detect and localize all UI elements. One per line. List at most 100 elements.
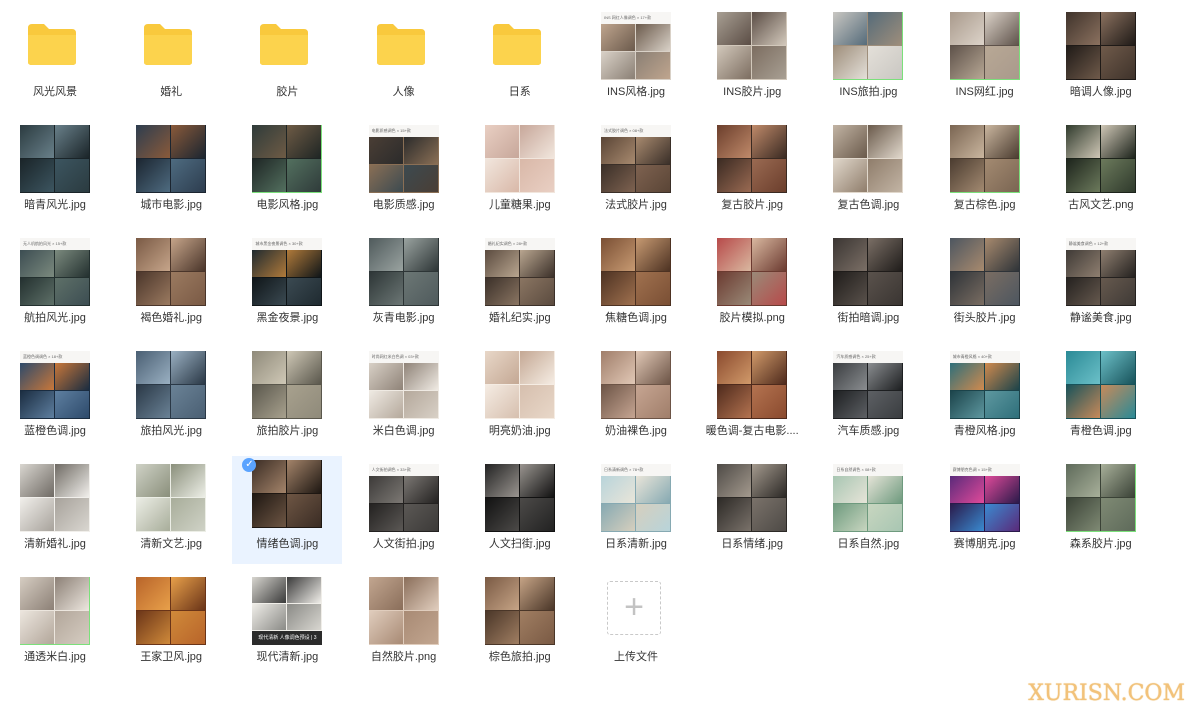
image-file-item[interactable]: 旅拍胶片.jpg bbox=[232, 347, 342, 455]
image-file-item[interactable]: 奶油裸色.jpg bbox=[581, 347, 691, 455]
thumbnail-cell bbox=[636, 272, 670, 305]
image-file-item[interactable]: 婚礼纪实调色 × 28+款 婚礼纪实.jpg bbox=[465, 234, 575, 342]
file-name-label: 胶片模拟.png bbox=[719, 312, 785, 324]
image-file-item[interactable]: 自然胶片.png bbox=[349, 573, 459, 681]
folder-item[interactable]: 婚礼 bbox=[116, 8, 226, 116]
thumbnail-cell bbox=[136, 238, 171, 271]
image-file-item[interactable]: 明亮奶油.jpg bbox=[465, 347, 575, 455]
image-file-item[interactable]: 森系胶片.jpg bbox=[1046, 460, 1156, 568]
image-file-item[interactable]: 法式胶片调色 × 08+款 法式胶片.jpg bbox=[581, 121, 691, 229]
image-file-item[interactable]: 赛博朋克色调 × 15+款 赛博朋克.jpg bbox=[930, 460, 1040, 568]
image-file-item[interactable]: 电影风格.jpg bbox=[232, 121, 342, 229]
image-file-item[interactable]: 暗青风光.jpg bbox=[0, 121, 110, 229]
image-file-item[interactable]: 暖色调-复古电影.... bbox=[697, 347, 807, 455]
thumbnail-cell bbox=[717, 464, 752, 497]
image-file-item[interactable]: 无人机航拍风光 × 15+款 航拍风光.jpg bbox=[0, 234, 110, 342]
thumbnail-cell bbox=[601, 52, 635, 79]
file-name-label: 褐色婚礼.jpg bbox=[140, 312, 203, 324]
image-file-item[interactable]: INS 网红人像调色 × 17+款 INS风格.jpg bbox=[581, 8, 691, 116]
folder-item[interactable]: 风光风景 bbox=[0, 8, 110, 116]
image-file-item[interactable]: 电影质感调色 × 15+款 电影质感.jpg bbox=[349, 121, 459, 229]
image-file-item[interactable]: 蓝橙色调调色 × 18+款 蓝橙色调.jpg bbox=[0, 347, 110, 455]
thumbnail-header: 法式胶片调色 × 08+款 bbox=[601, 125, 671, 137]
image-file-item[interactable]: 王家卫风.jpg bbox=[116, 573, 226, 681]
image-file-item[interactable]: 灰青电影.jpg bbox=[349, 234, 459, 342]
image-file-item[interactable]: 复古棕色.jpg bbox=[930, 121, 1040, 229]
folder-item[interactable]: 人像 bbox=[349, 8, 459, 116]
folder-icon bbox=[491, 22, 543, 66]
thumbnail-cell bbox=[1100, 351, 1135, 384]
image-file-item[interactable]: 复古胶片.jpg bbox=[697, 121, 807, 229]
thumbnail-cell bbox=[752, 12, 787, 45]
image-file-item[interactable]: 日系自然调色 × 08+款 日系自然.jpg bbox=[813, 460, 923, 568]
folder-item[interactable]: 日系 bbox=[465, 8, 575, 116]
image-file-item[interactable]: 通透米白.jpg bbox=[0, 573, 110, 681]
thumbnail-cell bbox=[484, 577, 519, 610]
image-file-item[interactable]: 清新婚礼.jpg bbox=[0, 460, 110, 568]
thumbnail-cell bbox=[717, 46, 752, 79]
image-file-item[interactable]: 古风文艺.png bbox=[1046, 121, 1156, 229]
thumbnail-cell bbox=[601, 504, 635, 531]
thumbnail-cell bbox=[287, 250, 322, 277]
image-file-item[interactable]: 城市青橙风格 × 40+款 青橙风格.jpg bbox=[930, 347, 1040, 455]
file-name-label: 赛博朋克.jpg bbox=[953, 538, 1016, 550]
file-name-label: 汽车质感.jpg bbox=[837, 425, 900, 437]
file-name-label: 奶油裸色.jpg bbox=[605, 425, 667, 437]
image-file-item[interactable]: 胶片模拟.png bbox=[697, 234, 807, 342]
image-file-item[interactable]: 儿童糖果.jpg bbox=[465, 121, 575, 229]
image-file-item[interactable]: 现代清新 人像调色预设 | 3 现代清新.jpg bbox=[232, 573, 342, 681]
thumbnail-cell bbox=[55, 464, 89, 497]
file-name-label: 静谧美食.jpg bbox=[1069, 312, 1132, 324]
thumbnail-cell bbox=[171, 498, 206, 531]
file-name-label: 黑金夜景.jpg bbox=[256, 312, 319, 324]
thumbnail-image bbox=[484, 125, 555, 193]
image-file-item[interactable]: 褐色婚礼.jpg bbox=[116, 234, 226, 342]
file-name-label: 上传文件 bbox=[614, 651, 658, 663]
image-file-item[interactable]: 时尚网红米白色调 × 03+款 米白色调.jpg bbox=[349, 347, 459, 455]
image-file-item[interactable]: 静谧美食调色 × 12+款 静谧美食.jpg bbox=[1046, 234, 1156, 342]
image-file-item[interactable]: 人文街拍调色 × 33+款 人文街拍.jpg bbox=[349, 460, 459, 568]
thumbnail-image bbox=[949, 238, 1020, 306]
file-name-label: 人文街拍.jpg bbox=[372, 538, 435, 550]
image-file-item[interactable]: 城市黑金夜景调色 × 30+款 黑金夜景.jpg bbox=[232, 234, 342, 342]
thumbnail-cell bbox=[287, 159, 322, 192]
thumbnail-cell bbox=[984, 391, 1019, 418]
thumbnail-header: 赛博朋克色调 × 15+款 bbox=[949, 464, 1020, 476]
image-file-item[interactable]: 汽车质感调色 × 25+款 汽车质感.jpg bbox=[813, 347, 923, 455]
image-file-item[interactable]: INS旅拍.jpg bbox=[813, 8, 923, 116]
thumbnail-cell bbox=[949, 238, 984, 271]
image-file-item[interactable]: INS胶片.jpg bbox=[697, 8, 807, 116]
image-file-item[interactable]: 清新文艺.jpg bbox=[116, 460, 226, 568]
image-file-item[interactable]: 青橙色调.jpg bbox=[1046, 347, 1156, 455]
thumbnail-image: 城市青橙风格 × 40+款 bbox=[949, 351, 1020, 419]
thumbnail-image bbox=[252, 125, 323, 193]
image-file-item[interactable]: 日系情绪.jpg bbox=[697, 460, 807, 568]
thumbnail-cell bbox=[252, 604, 287, 630]
file-name-label: 人文扫街.jpg bbox=[488, 538, 551, 550]
image-file-item[interactable]: 人文扫街.jpg bbox=[465, 460, 575, 568]
image-file-item[interactable]: 街头胶片.jpg bbox=[930, 234, 1040, 342]
thumbnail-header: 日系清新调色 × 78+款 bbox=[601, 464, 671, 476]
image-file-item[interactable]: 暗调人像.jpg bbox=[1046, 8, 1156, 116]
thumbnail-cell bbox=[1065, 159, 1100, 192]
image-file-item[interactable]: 街拍暗调.jpg bbox=[813, 234, 923, 342]
image-file-item[interactable]: 旅拍风光.jpg bbox=[116, 347, 226, 455]
folder-item[interactable]: 胶片 bbox=[232, 8, 342, 116]
folder-icon bbox=[142, 22, 194, 66]
thumbnail-banner: 现代清新 人像调色预设 | 3 bbox=[252, 631, 323, 645]
image-file-item[interactable]: 城市电影.jpg bbox=[116, 121, 226, 229]
thumbnail-cell bbox=[833, 159, 868, 192]
upload-file-button[interactable]: + 上传文件 bbox=[581, 573, 691, 681]
file-name-label: 情绪色调.jpg bbox=[256, 538, 319, 550]
thumbnail-cell bbox=[55, 611, 89, 644]
image-file-item[interactable]: 焦糖色调.jpg bbox=[581, 234, 691, 342]
image-file-item[interactable]: 日系清新调色 × 78+款 日系清新.jpg bbox=[581, 460, 691, 568]
file-name-label: 通透米白.jpg bbox=[24, 651, 86, 663]
thumbnail-cell bbox=[20, 125, 54, 158]
thumbnail-cell bbox=[20, 250, 54, 277]
image-file-item[interactable]: INS网红.jpg bbox=[930, 8, 1040, 116]
thumbnail-header: 日系自然调色 × 08+款 bbox=[833, 464, 904, 476]
image-file-item[interactable]: 棕色旅拍.jpg bbox=[465, 573, 575, 681]
image-file-item[interactable]: ✓ 情绪色调.jpg bbox=[232, 456, 343, 564]
image-file-item[interactable]: 复古色调.jpg bbox=[813, 121, 923, 229]
